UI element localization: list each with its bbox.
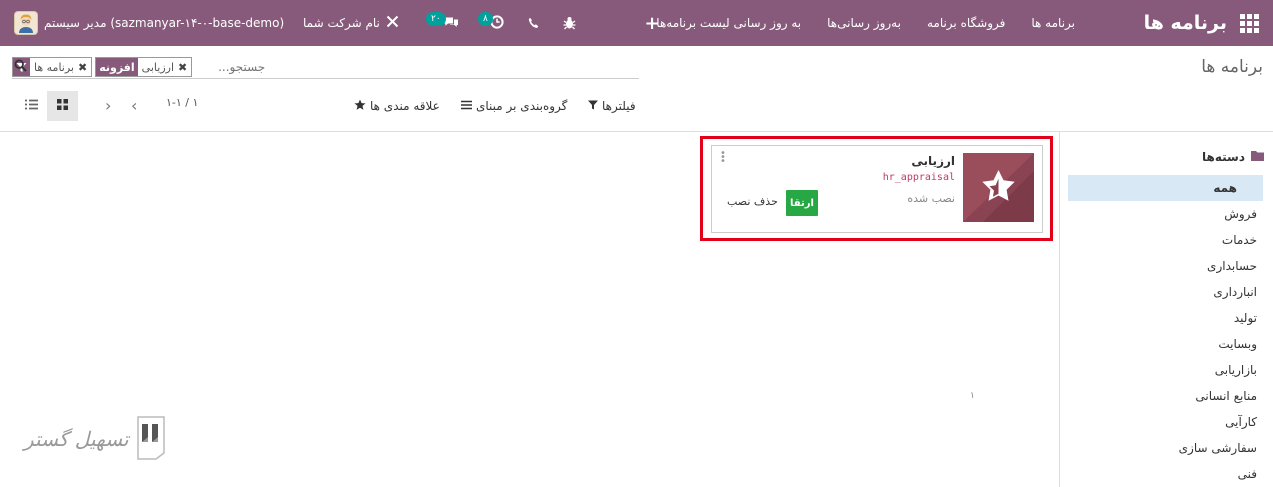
sidebar-item-label: سفارشی سازی bbox=[1178, 441, 1257, 455]
list-view-button[interactable] bbox=[16, 91, 47, 121]
sidebar-item-manufacturing[interactable]: تولید bbox=[1078, 305, 1273, 331]
kanban-view-button[interactable] bbox=[47, 91, 78, 121]
debug-bug-icon[interactable] bbox=[562, 0, 576, 46]
sidebar-item-count: ۱ bbox=[970, 391, 975, 401]
sidebar-item-label: کارآیی bbox=[1225, 415, 1257, 429]
sidebar-item-marketing[interactable]: بازاریابی bbox=[1078, 357, 1273, 383]
menu-item-apps[interactable]: برنامه ها bbox=[1031, 16, 1075, 30]
favorites-label: علاقه مندی ها bbox=[370, 99, 440, 113]
menu-item-updates[interactable]: به‌روز رسانی‌ها bbox=[827, 16, 901, 30]
app-install-status: نصب شده bbox=[907, 192, 955, 205]
company-name: نام شرکت شما bbox=[303, 16, 380, 30]
sidebar-header: دسته‌ها bbox=[1202, 150, 1264, 164]
sidebar-item-label: خدمات bbox=[1221, 233, 1257, 247]
tools-icon bbox=[386, 15, 399, 31]
list-bars-icon bbox=[461, 99, 472, 113]
app-technical-name: hr_appraisal bbox=[882, 172, 955, 183]
watermark-logo-icon bbox=[136, 415, 165, 463]
category-sidebar: دسته‌ها همه فروش خدمات حسابداری انباردار… bbox=[970, 132, 1273, 487]
plus-icon[interactable]: + bbox=[644, 0, 659, 46]
sidebar-item-label: فنی bbox=[1237, 467, 1257, 481]
sidebar-item-label: وبسایت bbox=[1218, 337, 1257, 351]
list-icon bbox=[25, 99, 38, 113]
top-navbar: برنامه ها به روز رسانی لیست برنامه‌ها به… bbox=[0, 0, 1273, 46]
folder-icon bbox=[1251, 150, 1264, 164]
remove-facet-icon[interactable]: ✖ bbox=[178, 61, 187, 74]
uninstall-button[interactable]: حذف نصب bbox=[727, 195, 778, 208]
user-name: مدیر سیستم (sazmanyar-۱۴-۰-base-demo) bbox=[44, 16, 285, 30]
sidebar-item-label: تولید bbox=[1233, 311, 1257, 325]
sidebar-item-accounting[interactable]: حسابداری bbox=[1078, 253, 1273, 279]
watermark-text: تسهیل گستر bbox=[24, 427, 129, 451]
sidebar-item-all[interactable]: همه bbox=[1068, 175, 1263, 201]
activity-count-badge: ۸ bbox=[478, 12, 493, 26]
sidebar-header-label: دسته‌ها bbox=[1202, 150, 1245, 164]
sidebar-item-technical[interactable]: فنی bbox=[1078, 461, 1273, 487]
app-title: ارزیابی bbox=[911, 154, 955, 168]
sidebar-item-label: منابع انسانی bbox=[1195, 389, 1257, 403]
facet-value-category: برنامه ها bbox=[34, 60, 74, 74]
search-icon[interactable] bbox=[14, 59, 27, 75]
facet-value-module: ارزیابی bbox=[141, 60, 174, 74]
watermark: تسهیل گستر bbox=[24, 415, 165, 463]
filter-funnel-icon bbox=[588, 99, 598, 113]
groupby-dropdown[interactable]: گروه‌بندی بر مبنای bbox=[461, 96, 567, 116]
menu-item-app-store[interactable]: فروشگاه برنامه bbox=[927, 16, 1005, 30]
breadcrumb: برنامه ها bbox=[1201, 57, 1263, 77]
upgrade-button[interactable]: ارتقا bbox=[786, 190, 818, 216]
kanban-grid-icon bbox=[57, 99, 68, 113]
sidebar-item-inventory[interactable]: انبارداری bbox=[1078, 279, 1273, 305]
sidebar-item-label: فروش bbox=[1224, 207, 1257, 221]
menu-item-update-app-list[interactable]: به روز رسانی لیست برنامه‌ها bbox=[656, 16, 801, 30]
sidebar-item-customizations[interactable]: سفارشی سازی bbox=[1078, 435, 1273, 461]
phone-icon[interactable] bbox=[527, 0, 541, 46]
sidebar-item-label: حسابداری bbox=[1207, 259, 1257, 273]
sidebar-item-human-resources[interactable]: منابع انسانی ۱ bbox=[970, 383, 1273, 409]
filters-label: فیلترها bbox=[602, 99, 636, 113]
activity-indicator[interactable]: ۸ bbox=[478, 0, 504, 46]
sidebar-item-services[interactable]: خدمات bbox=[1078, 227, 1273, 253]
sidebar-item-label: همه bbox=[1213, 181, 1237, 195]
remove-facet-icon[interactable]: ✖ bbox=[78, 61, 87, 74]
apps-menu-icon[interactable] bbox=[1239, 0, 1259, 46]
sidebar-item-sales[interactable]: فروش bbox=[1078, 201, 1273, 227]
sidebar-item-productivity[interactable]: کارآیی bbox=[1078, 409, 1273, 435]
search-bar: برنامه ها ✖ افزونه ارزیابی ✖ bbox=[12, 56, 639, 79]
facet-label-module: افزونه bbox=[96, 58, 138, 76]
sidebar-item-label: بازاریابی bbox=[1214, 363, 1257, 377]
app-card[interactable]: ارزیابی hr_appraisal نصب شده ارتقا حذف ن… bbox=[711, 145, 1043, 233]
app-brand[interactable]: برنامه ها bbox=[1144, 0, 1227, 46]
app-icon-appraisal bbox=[963, 153, 1034, 222]
pager-next-button[interactable]: ‹ bbox=[131, 96, 137, 115]
card-options-icon[interactable]: • • • bbox=[720, 149, 726, 167]
main-menu: به روز رسانی لیست برنامه‌ها به‌روز رسانی… bbox=[656, 0, 1075, 46]
company-switcher[interactable]: نام شرکت شما bbox=[303, 0, 399, 46]
pager-prev-button[interactable]: › bbox=[105, 96, 111, 115]
pager-value[interactable]: ۱-۱ / ۱ bbox=[166, 96, 198, 109]
user-avatar bbox=[14, 11, 38, 35]
user-menu[interactable]: مدیر سیستم (sazmanyar-۱۴-۰-base-demo) bbox=[14, 0, 284, 46]
sidebar-item-label: انبارداری bbox=[1213, 285, 1257, 299]
favorites-dropdown[interactable]: علاقه مندی ها bbox=[354, 96, 440, 116]
sidebar-item-website[interactable]: وبسایت bbox=[1078, 331, 1273, 357]
star-icon bbox=[354, 99, 366, 114]
search-facet-module: افزونه ارزیابی ✖ bbox=[95, 57, 193, 77]
groupby-label: گروه‌بندی بر مبنای bbox=[476, 99, 568, 113]
filters-dropdown[interactable]: فیلترها bbox=[588, 96, 636, 116]
messages-count-badge: ۲۰ bbox=[426, 12, 446, 26]
messaging-indicator[interactable]: ۲۰ bbox=[426, 0, 459, 46]
search-input[interactable] bbox=[195, 60, 266, 74]
